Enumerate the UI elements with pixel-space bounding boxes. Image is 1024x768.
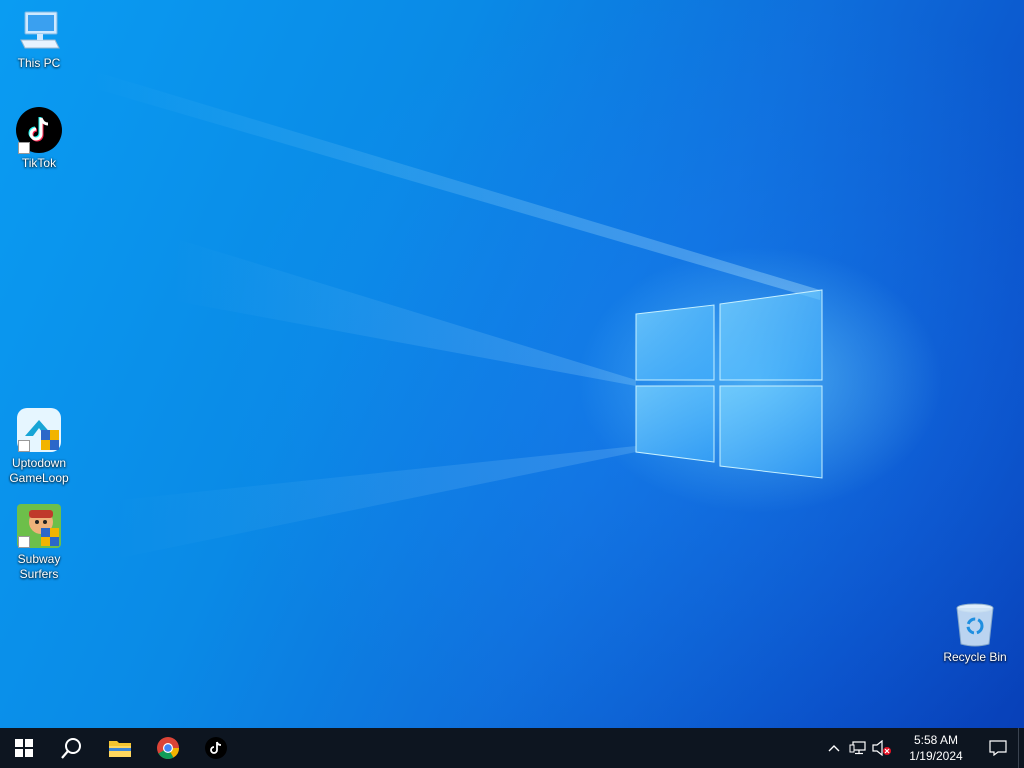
- taskbar-chrome[interactable]: [144, 728, 192, 768]
- clock-button[interactable]: 5:58 AM 1/19/2024: [894, 732, 978, 764]
- system-tray: 5:58 AM 1/19/2024: [822, 728, 1024, 768]
- clock-time: 5:58 AM: [913, 733, 959, 747]
- desktop-icon-this-pc[interactable]: This PC: [4, 8, 74, 71]
- folder-icon: [109, 741, 131, 757]
- action-center-button[interactable]: [978, 728, 1018, 768]
- search-button[interactable]: [48, 728, 96, 768]
- taskbar-tiktok[interactable]: [192, 728, 240, 768]
- desktop-icon-subway-surfers[interactable]: Subway Surfers: [4, 502, 74, 582]
- taskbar: 5:58 AM 1/19/2024: [0, 728, 1024, 768]
- desktop-icon-recycle-bin[interactable]: Recycle Bin: [940, 602, 1010, 665]
- chrome-icon: [157, 737, 179, 759]
- desktop-icon-label: Uptodown GameLoop: [9, 456, 69, 485]
- desktop-background: This PC TikTok Uptodown GameLoop Subway …: [0, 0, 1024, 728]
- start-button[interactable]: [0, 728, 48, 768]
- computer-icon: [20, 11, 60, 49]
- desktop-icon-label: This PC: [17, 56, 61, 70]
- chevron-up-icon: [828, 745, 840, 752]
- shortcut-arrow-icon: [18, 536, 30, 548]
- shortcut-arrow-icon: [18, 440, 30, 452]
- clock-date: 1/19/2024: [909, 749, 963, 763]
- taskbar-file-explorer[interactable]: [96, 728, 144, 768]
- show-hidden-icons-button[interactable]: [822, 728, 846, 768]
- wallpaper-art: [90, 70, 823, 560]
- volume-button[interactable]: [870, 728, 894, 768]
- desktop-icon-gameloop[interactable]: Uptodown GameLoop: [4, 406, 74, 486]
- shortcut-arrow-icon: [18, 142, 30, 154]
- network-button[interactable]: [846, 728, 870, 768]
- network-icon: [849, 741, 866, 755]
- tiktok-icon: [205, 737, 227, 759]
- recycle-bin-icon: [956, 603, 994, 647]
- desktop-icon-tiktok[interactable]: TikTok: [4, 106, 74, 171]
- desktop-icon-label: Subway Surfers: [17, 552, 61, 581]
- windows-logo-icon: [15, 739, 33, 757]
- desktop-icon-label: TikTok: [21, 156, 57, 170]
- show-desktop-button[interactable]: [1018, 728, 1024, 768]
- notification-icon: [989, 740, 1007, 756]
- desktop-icon-label: Recycle Bin: [943, 650, 1007, 664]
- search-icon: [61, 738, 81, 759]
- volume-muted-icon: [872, 740, 891, 756]
